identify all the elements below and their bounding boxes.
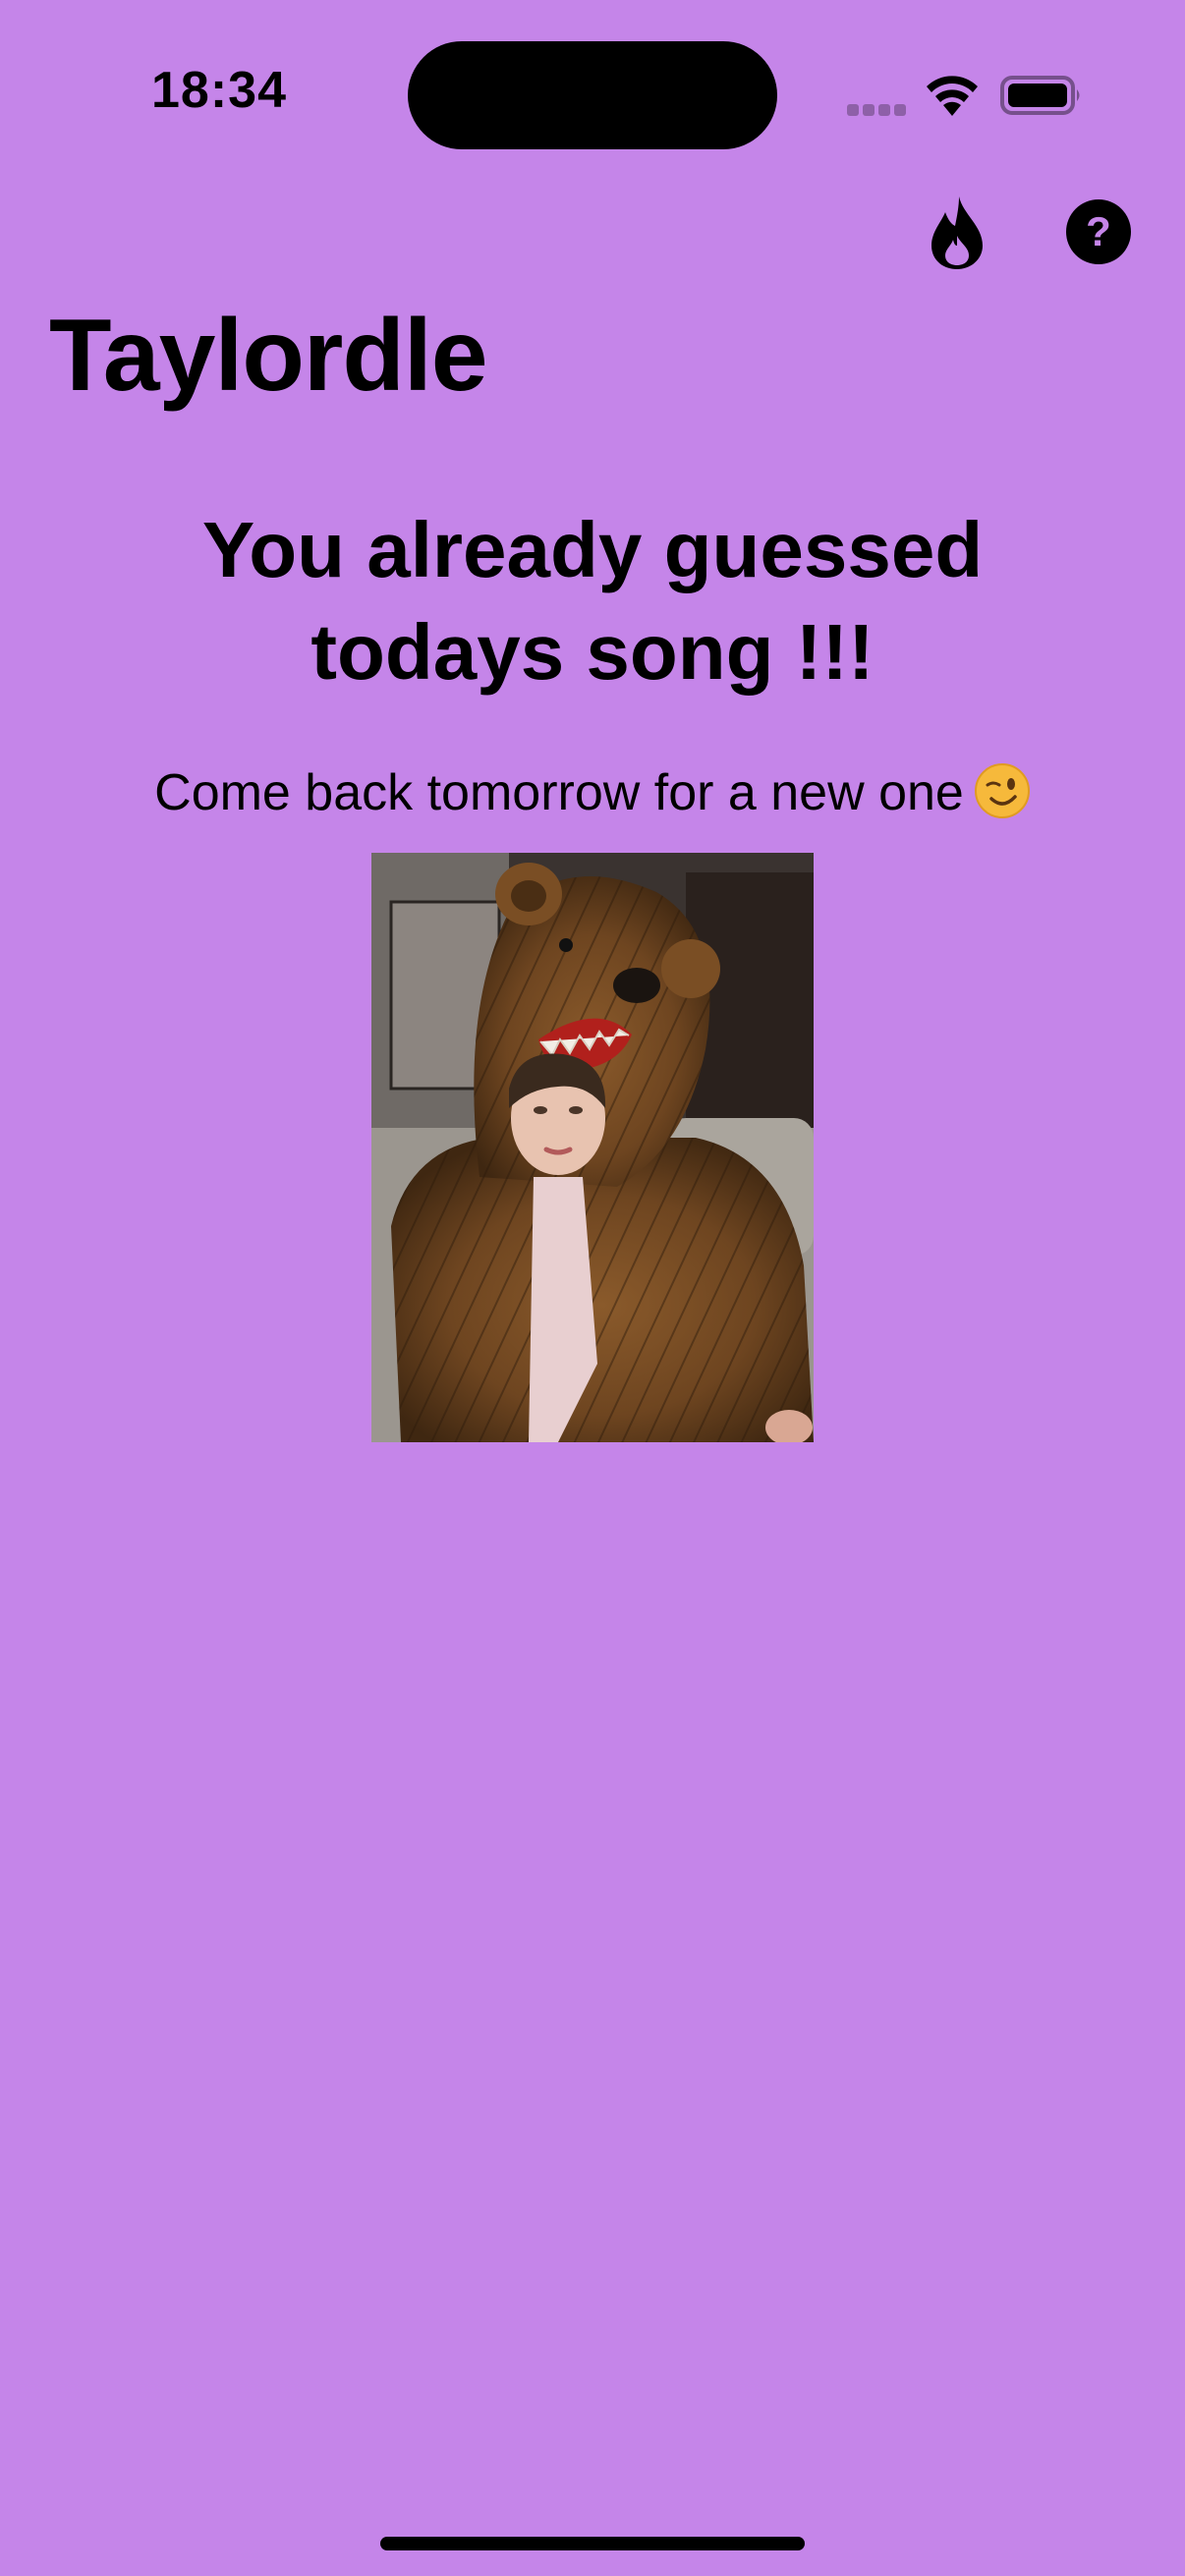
dynamic-island (408, 41, 777, 149)
battery-icon (1000, 76, 1080, 115)
flame-icon (931, 196, 983, 269)
already-guessed-headline: You already guessed todays song !!! (201, 506, 984, 696)
streak-button[interactable] (918, 193, 996, 271)
help-button[interactable]: ? (1059, 193, 1138, 271)
cellular-signal-icon (847, 104, 906, 116)
status-time: 18:34 (151, 62, 287, 119)
app-title: Taylordle (49, 299, 488, 413)
winking-face-emoji (974, 763, 1030, 818)
come-back-subtext: Come back tomorrow for a new one (39, 758, 1146, 827)
wifi-icon (927, 76, 978, 116)
question-mark-icon: ? (1066, 199, 1131, 264)
taylor-bear-costume-photo (371, 853, 814, 1442)
status-bar: 18:34 (0, 0, 1185, 196)
home-indicator[interactable] (380, 2537, 805, 2550)
come-back-text: Come back tomorrow for a new one (154, 764, 964, 821)
